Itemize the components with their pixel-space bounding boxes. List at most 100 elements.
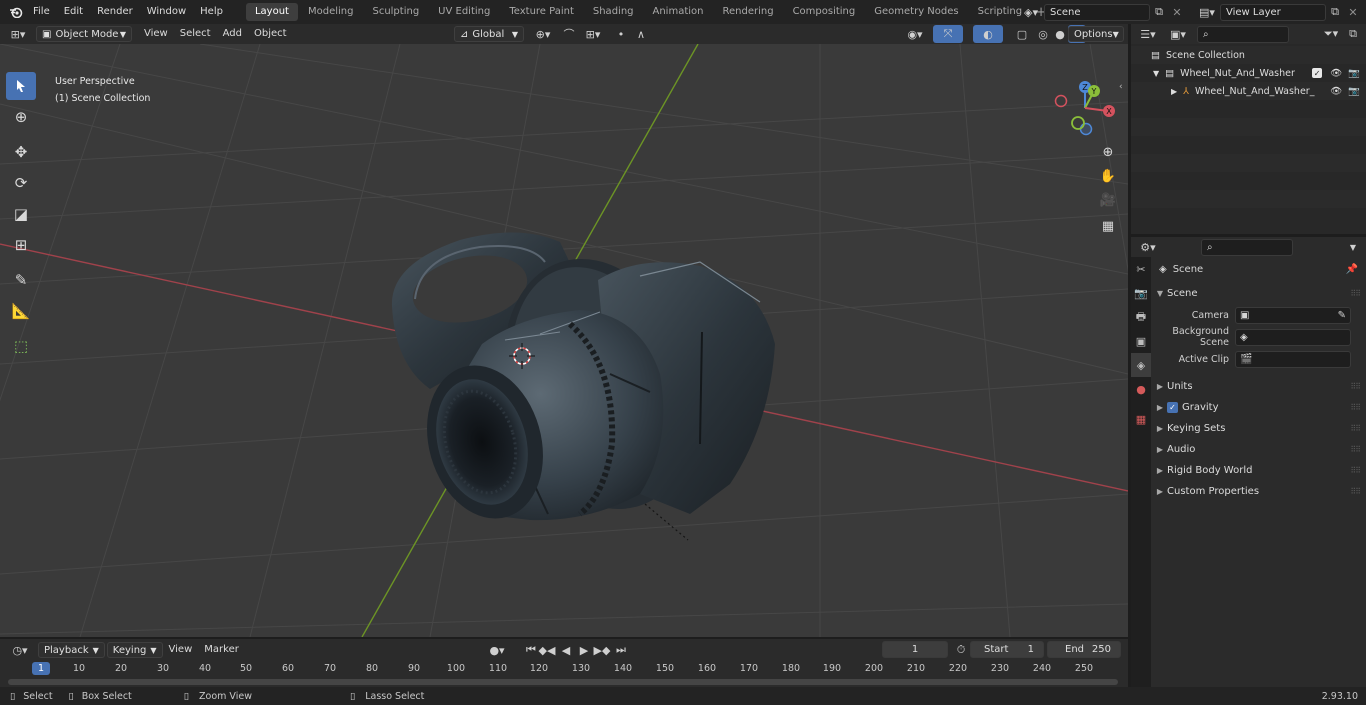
eyedropper-icon[interactable]: ✎ [1338, 310, 1346, 321]
play-reverse-icon[interactable]: ◀ [557, 641, 575, 659]
rotate-tool[interactable]: ⟳ [6, 169, 36, 197]
menu-help[interactable]: Help [193, 0, 230, 24]
neg-z-handle[interactable] [1079, 122, 1093, 136]
scene-selector-icon[interactable]: ◈▾ [1018, 3, 1044, 21]
scene-tab[interactable]: ◈ [1131, 353, 1151, 377]
transform-tool[interactable]: ⊞ [6, 231, 36, 259]
pan-view-icon[interactable]: ✋ [1098, 166, 1118, 186]
cursor-tool[interactable]: ⊕ [6, 103, 36, 131]
menu-add[interactable]: Add [217, 24, 248, 44]
timeline-marker-menu[interactable]: Marker [198, 640, 245, 660]
gizmo-toggle-icon[interactable]: ⤧ [933, 25, 963, 43]
wheel-nut-model[interactable] [391, 232, 775, 534]
record-icon[interactable]: ●▾ [482, 641, 512, 659]
tab-rendering[interactable]: Rendering [713, 3, 782, 21]
pivot-point-icon[interactable]: ⊕▾ [530, 25, 556, 43]
jump-end-icon[interactable]: ⏭ [612, 641, 630, 659]
neg-x-handle[interactable] [1054, 94, 1068, 108]
outliner-search-input[interactable]: ⌕ [1197, 25, 1289, 43]
neg-y-handle[interactable] [1071, 116, 1085, 130]
view-layer-tab[interactable]: ▣ [1131, 329, 1151, 353]
options-dropdown[interactable]: Options ▼ [1068, 26, 1124, 42]
transform-orientation-dropdown[interactable]: ⊿ Global ▼ [454, 26, 524, 42]
camera-render-icon[interactable]: 📷 [1348, 68, 1360, 79]
tab-sculpting[interactable]: Sculpting [363, 3, 428, 21]
snap-target-icon[interactable]: ⊞▾ [580, 25, 606, 43]
keying-menu[interactable]: Keying ▼ [106, 642, 163, 658]
properties-options-icon[interactable]: ▼ [1344, 238, 1362, 256]
eye-icon[interactable]: 👁 [1330, 86, 1342, 97]
view-layer-field[interactable]: View Layer [1220, 3, 1326, 21]
camera-render-icon[interactable]: 📷 [1348, 86, 1360, 97]
next-keyframe-icon[interactable]: ▶◆ [593, 641, 611, 659]
audio-panel[interactable]: ▶ Audio ⠿⠿ [1153, 439, 1366, 460]
menu-view[interactable]: View [138, 24, 174, 44]
current-frame-field[interactable]: 1 [882, 641, 948, 658]
eye-icon[interactable]: 👁 [1330, 68, 1342, 79]
world-tab[interactable]: ● [1131, 377, 1151, 401]
select-box-tool[interactable] [6, 72, 36, 100]
tab-modeling[interactable]: Modeling [299, 3, 363, 21]
blender-logo-icon[interactable] [6, 3, 26, 21]
outliner-editor-icon[interactable]: ☰▾ [1135, 25, 1161, 43]
start-frame-field[interactable]: Start 1 [970, 641, 1044, 658]
stopwatch-icon[interactable]: ⏱ [952, 641, 970, 659]
prev-keyframe-icon[interactable]: ◆◀ [538, 641, 556, 659]
end-frame-field[interactable]: End 250 [1047, 641, 1121, 658]
rigid-body-world-panel[interactable]: ▶ Rigid Body World ⠿⠿ [1153, 460, 1366, 481]
keying-sets-panel[interactable]: ▶ Keying Sets ⠿⠿ [1153, 418, 1366, 439]
tab-texture-paint[interactable]: Texture Paint [500, 3, 583, 21]
wireframe-shading-icon[interactable]: ◎ [1034, 25, 1052, 43]
add-cube-tool[interactable]: ⬚ [6, 332, 36, 360]
pin-icon[interactable]: 📌 [1346, 264, 1358, 275]
snap-icon[interactable]: ⌒ [560, 25, 578, 43]
exclude-checkbox[interactable]: ✓ [1312, 68, 1323, 78]
ortho-toggle-icon[interactable]: ▦ [1098, 216, 1118, 236]
delete-scene-icon[interactable]: ✕ [1168, 3, 1186, 21]
gravity-checkbox[interactable]: ✓ [1167, 402, 1178, 413]
delete-view-layer-icon[interactable]: ✕ [1344, 3, 1362, 21]
drag-grip-icon[interactable]: ⠿⠿ [1350, 403, 1361, 412]
navigation-gizmo[interactable]: Z Y X [1052, 76, 1122, 146]
measure-tool[interactable]: 📐 [6, 297, 36, 325]
visibility-icon[interactable]: ◉▾ [902, 25, 928, 43]
tab-geometry-nodes[interactable]: Geometry Nodes [865, 3, 967, 21]
play-icon[interactable]: ▶ [575, 641, 593, 659]
new-scene-icon[interactable]: ⧉ [1150, 3, 1168, 21]
display-mode-icon[interactable]: ▣▾ [1165, 25, 1191, 43]
filter-icon[interactable]: ⏷▾ [1318, 25, 1344, 43]
falloff-icon[interactable]: ∧ [632, 25, 650, 43]
tool-tab[interactable]: ✂ [1131, 257, 1151, 281]
active-clip-field[interactable]: 🎬 [1235, 350, 1351, 368]
tab-compositing[interactable]: Compositing [784, 3, 865, 21]
outliner-row-collection[interactable]: ▼ ▤ Wheel_Nut_And_Washer ✓ 👁 📷 [1131, 64, 1366, 82]
drag-grip-icon[interactable]: ⠿⠿ [1350, 445, 1361, 454]
3d-viewport[interactable]: ⊕ ✥ ⟳ ◪ ⊞ ✎ 📐 ⬚ User Perspective (1) Sce… [0, 44, 1128, 637]
outliner-row-object[interactable]: ▶ ⅄ Wheel_Nut_And_Washer_ 👁 📷 [1131, 82, 1366, 100]
tab-animation[interactable]: Animation [644, 3, 713, 21]
annotate-tool[interactable]: ✎ [6, 266, 36, 294]
camera-field[interactable]: ▣ ✎ [1235, 306, 1351, 324]
expand-arrow-icon[interactable]: ▶ [1171, 87, 1177, 96]
drag-grip-icon[interactable]: ⠿⠿ [1350, 289, 1361, 298]
menu-object[interactable]: Object [248, 24, 293, 44]
expand-arrow-icon[interactable]: ▼ [1153, 69, 1159, 78]
render-tab[interactable]: 📷 [1131, 281, 1151, 305]
overlay-toggle-icon[interactable]: ◐ [973, 25, 1003, 43]
editor-type-icon[interactable]: ⊞▾ [4, 25, 32, 43]
tab-shading[interactable]: Shading [584, 3, 643, 21]
solid-shading-icon[interactable]: ● [1051, 25, 1069, 43]
drag-grip-icon[interactable]: ⠿⠿ [1350, 382, 1361, 391]
new-collection-icon[interactable]: ⧉ [1344, 25, 1362, 43]
tab-layout[interactable]: Layout [245, 3, 298, 21]
proportional-edit-icon[interactable]: • [612, 25, 630, 43]
timeline-editor-icon[interactable]: ◷▾ [6, 641, 34, 659]
zoom-view-icon[interactable]: ⊕ [1098, 142, 1118, 162]
gravity-panel[interactable]: ▶ ✓ Gravity ⠿⠿ [1153, 397, 1366, 418]
properties-search-input[interactable]: ⌕ [1201, 238, 1293, 256]
sidebar-toggle-icon[interactable]: ‹ [1119, 82, 1123, 92]
menu-render[interactable]: Render [90, 0, 140, 24]
tab-uv-editing[interactable]: UV Editing [429, 3, 499, 21]
scene-panel-header[interactable]: ▼ Scene ⠿⠿ [1153, 283, 1366, 304]
view-layer-selector-icon[interactable]: ▤▾ [1194, 3, 1220, 21]
